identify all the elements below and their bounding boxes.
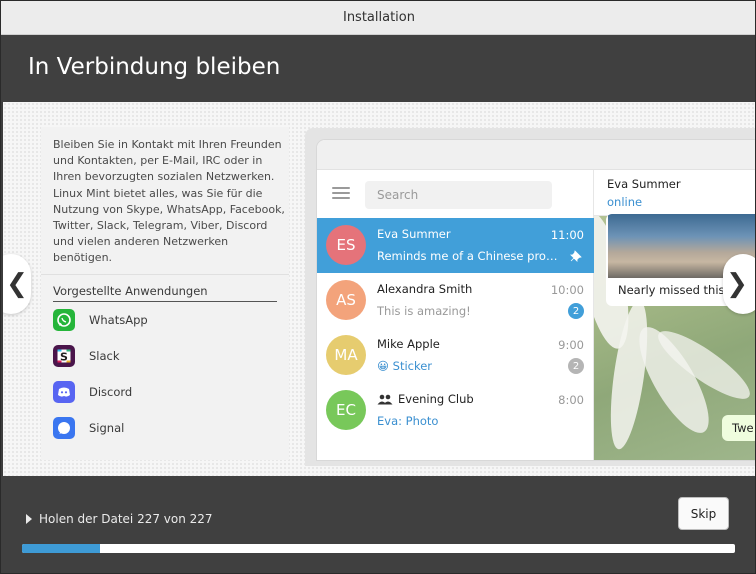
- chat-item: EC Evening Club 8:00 Eva: Photo: [317, 383, 594, 438]
- telegram-titlebar: [317, 140, 755, 170]
- chat-name: Evening Club: [377, 392, 474, 406]
- pin-icon: [570, 250, 582, 262]
- conversation-pane: Eva Summer online Nearly missed this s T…: [594, 170, 755, 460]
- group-icon: [377, 394, 393, 404]
- chat-preview: This is amazing!: [377, 304, 471, 318]
- app-discord: Discord: [53, 380, 132, 404]
- contact-status: online: [607, 195, 643, 209]
- chat-item: MA Mike Apple 9:00 😀 Sticker 2: [317, 328, 594, 383]
- chat-name: Alexandra Smith: [377, 282, 473, 296]
- title-bar: Installation: [1, 1, 755, 35]
- progress-bar: [22, 544, 735, 553]
- avatar: AS: [326, 280, 366, 320]
- previous-slide-button[interactable]: ❮: [3, 254, 31, 314]
- app-name: Discord: [89, 385, 133, 399]
- search-field: Search: [365, 181, 552, 209]
- app-signal: Signal: [53, 416, 124, 440]
- unread-badge: 2: [568, 358, 584, 374]
- avatar: MA: [326, 335, 366, 375]
- progress-fill: [22, 544, 101, 553]
- avatar: ES: [326, 225, 366, 265]
- chat-name: Mike Apple: [377, 337, 440, 351]
- chat-name-text: Evening Club: [398, 392, 474, 406]
- skip-button[interactable]: Skip: [678, 497, 729, 530]
- whatsapp-icon: [53, 309, 75, 331]
- app-name: Signal: [89, 421, 125, 435]
- discord-icon: [53, 381, 75, 403]
- page-header: In Verbindung bleiben: [1, 35, 755, 102]
- chat-time: 10:00: [550, 283, 584, 297]
- next-slide-button[interactable]: ❯: [723, 254, 755, 314]
- expander-arrow-icon: [26, 514, 32, 524]
- divider: [53, 301, 277, 302]
- chat-time: 11:00: [550, 228, 584, 242]
- divider: [41, 274, 289, 275]
- app-name: WhatsApp: [89, 313, 148, 327]
- page-title: In Verbindung bleiben: [28, 54, 281, 80]
- progress-area: Holen der Datei 227 von 227 Skip: [1, 476, 755, 573]
- featured-apps-title: Vorgestellte Anwendungen: [53, 284, 208, 298]
- conversation-header: Eva Summer online: [594, 170, 755, 216]
- status-expander[interactable]: Holen der Datei 227 von 227: [26, 512, 213, 526]
- chat-list: Search ES Eva Summer 11:00 Reminds me of…: [317, 170, 594, 460]
- menu-icon: [332, 187, 350, 199]
- contact-name: Eva Summer: [607, 177, 681, 191]
- chat-item: ES Eva Summer 11:00 Reminds me of a Chin…: [317, 218, 594, 273]
- telegram-window: Search ES Eva Summer 11:00 Reminds me of…: [317, 140, 755, 460]
- search-row: Search: [317, 170, 594, 218]
- photo-caption: Nearly missed this s: [618, 283, 735, 297]
- chat-time: 8:00: [558, 393, 584, 407]
- chat-time: 9:00: [558, 338, 584, 352]
- slide-text-panel: Bleiben Sie in Kontakt mit Ihren Freunde…: [41, 127, 289, 460]
- chat-preview: Eva: Photo: [377, 414, 439, 428]
- slide-description: Bleiben Sie in Kontakt mit Ihren Freunde…: [53, 138, 285, 265]
- telegram-screenshot: Search ES Eva Summer 11:00 Reminds me of…: [305, 128, 755, 466]
- chat-item: AS Alexandra Smith 10:00 This is amazing…: [317, 273, 594, 328]
- slideshow: Bleiben Sie in Kontakt mit Ihren Freunde…: [3, 102, 755, 476]
- avatar: EC: [326, 390, 366, 430]
- slack-icon: S: [53, 345, 75, 367]
- window-title: Installation: [342, 10, 415, 25]
- unread-badge: 2: [568, 303, 584, 319]
- signal-icon: [53, 417, 75, 439]
- installer-window: Installation In Verbindung bleiben Bleib…: [0, 0, 756, 574]
- app-whatsapp: WhatsApp: [53, 308, 148, 332]
- chat-preview: Reminds me of a Chinese prover...: [377, 249, 562, 263]
- app-slack: S Slack: [53, 344, 120, 368]
- chat-name: Eva Summer: [377, 227, 451, 241]
- message-bubble: Twe: [722, 415, 755, 441]
- chat-preview: 😀 Sticker: [377, 359, 433, 373]
- status-text: Holen der Datei 227 von 227: [39, 512, 213, 526]
- app-name: Slack: [89, 349, 120, 363]
